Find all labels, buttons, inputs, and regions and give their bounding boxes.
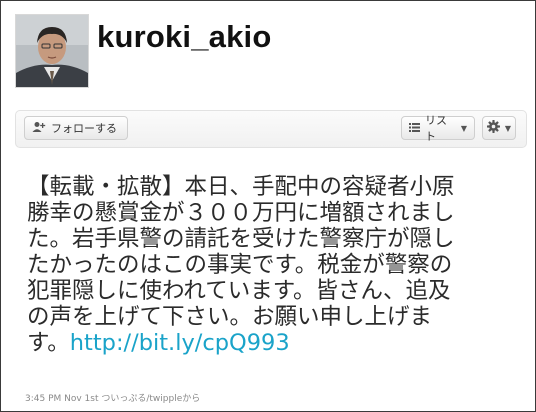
settings-menu-button[interactable]: ▼	[482, 116, 516, 140]
tweet-link[interactable]: http://bit.ly/cpQ993	[70, 330, 290, 356]
action-bar: フォローする リスト ▼ ▼	[15, 110, 527, 148]
profile-photo-icon	[16, 15, 88, 87]
tweet-text: 【転載・拡散】本日、手配中の容疑者小原勝幸の懸賞金が３００万円に増額されました。…	[27, 174, 457, 356]
gear-icon	[486, 120, 500, 136]
avatar[interactable]	[15, 14, 89, 88]
list-button[interactable]: リスト ▼	[401, 114, 475, 143]
follow-label: フォローする	[51, 122, 117, 135]
username[interactable]: kuroki_akio	[97, 19, 272, 55]
chevron-down-icon: ▼	[460, 123, 467, 133]
add-person-icon	[32, 121, 46, 136]
list-label: リスト	[425, 114, 447, 143]
list-icon	[409, 122, 420, 135]
tweet-card: kuroki_akio フォローする リスト ▼ ▼ 【転載・拡散】本日、手配中…	[0, 0, 536, 412]
tweet-body: 【転載・拡散】本日、手配中の容疑者小原勝幸の懸賞金が３００万円に増額されました。…	[27, 174, 455, 356]
tweet-meta[interactable]: 3:45 PM Nov 1st ついっぷる/twippleから	[25, 391, 200, 404]
follow-button[interactable]: フォローする	[24, 116, 128, 140]
chevron-down-icon: ▼	[504, 123, 512, 133]
